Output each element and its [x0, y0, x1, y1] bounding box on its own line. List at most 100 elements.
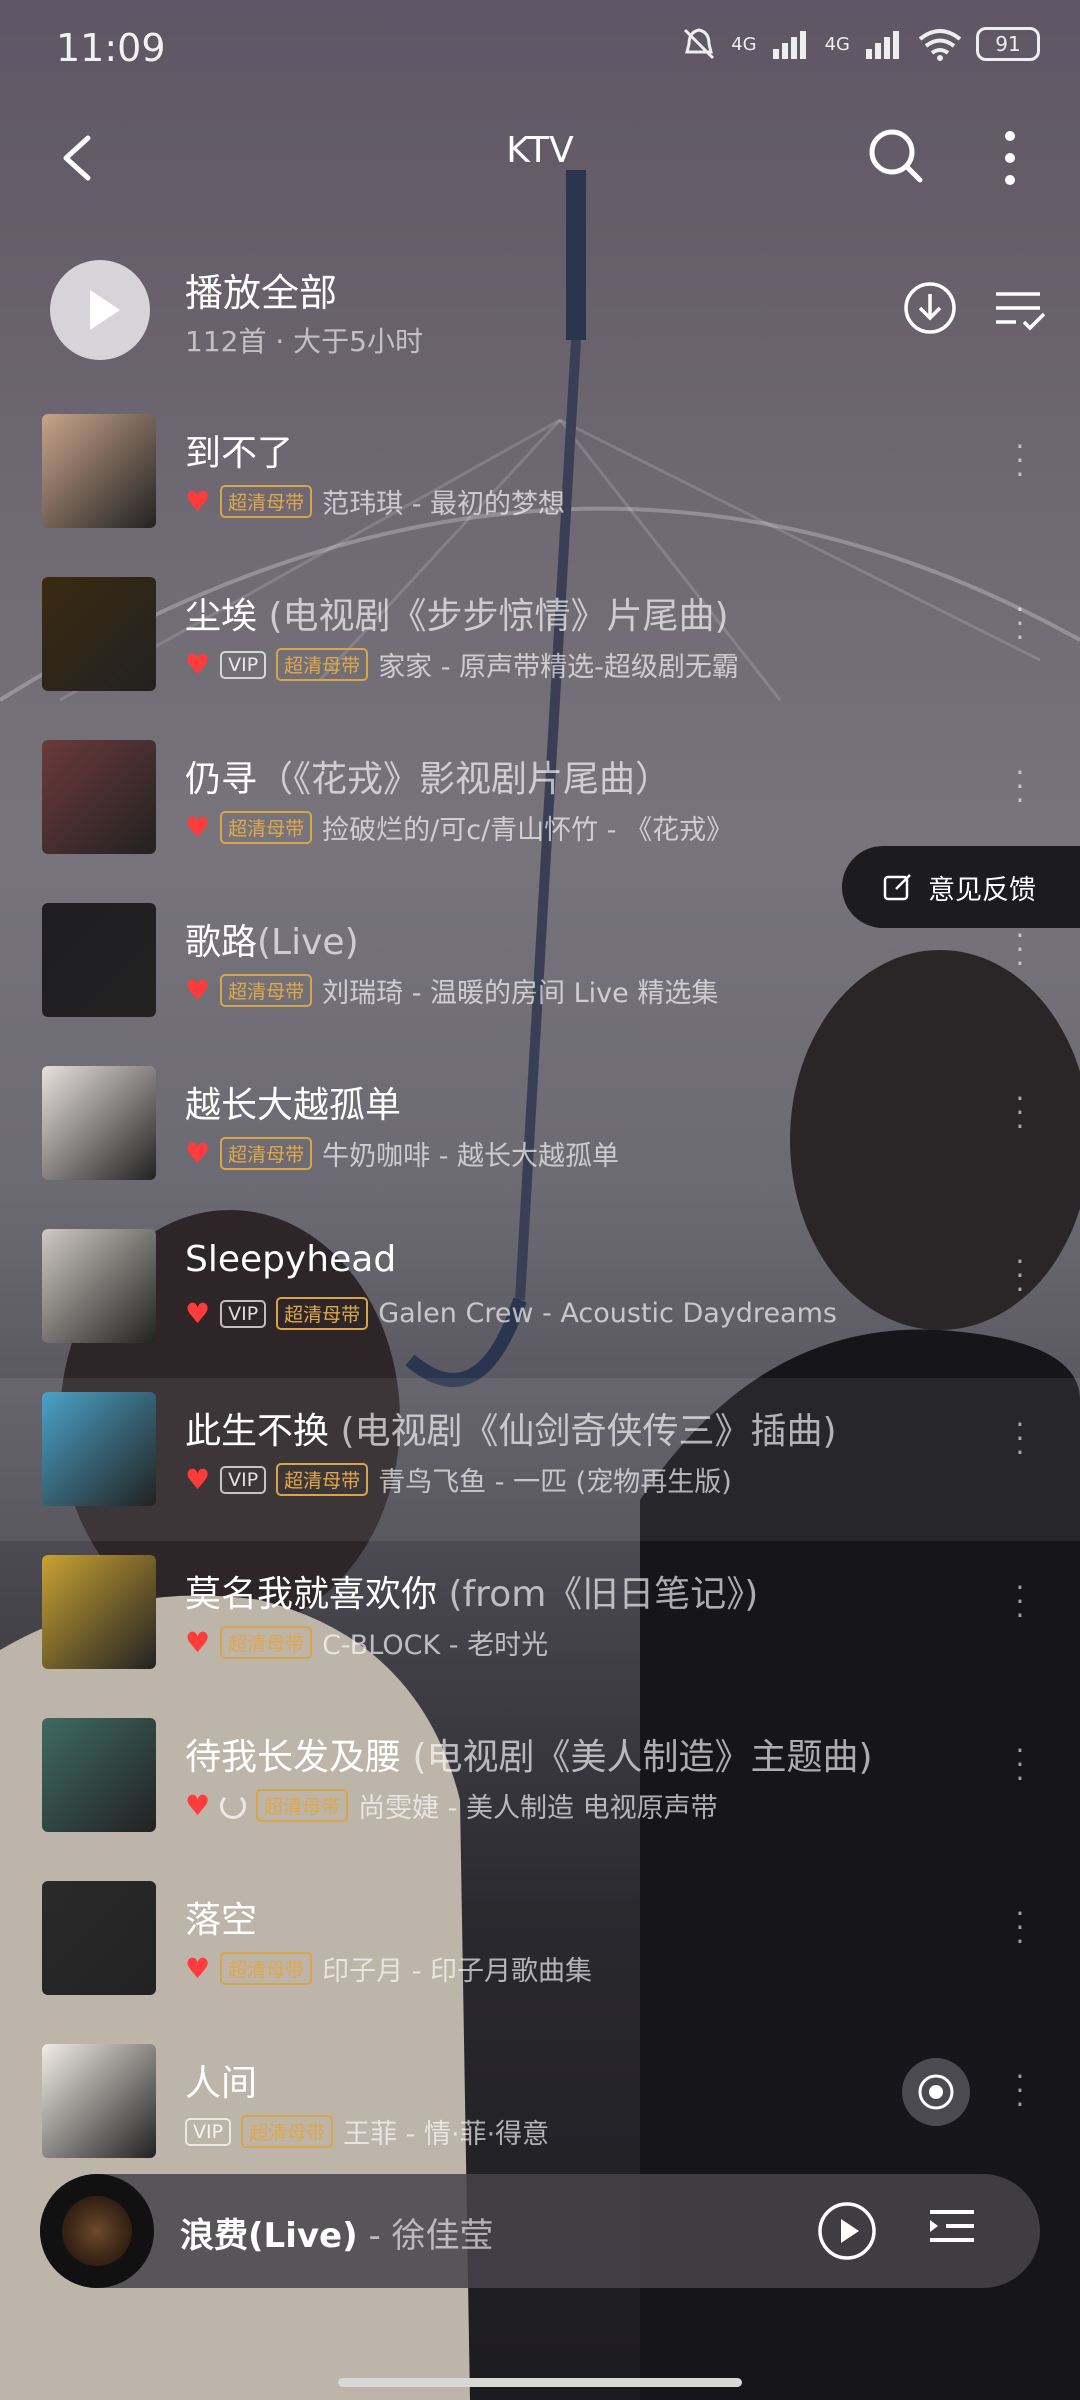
status-icons: 4G 4G 91 [681, 26, 1040, 62]
song-meta: ♥ 超清母带 牛奶咖啡 - 越长大越孤单 [185, 1134, 619, 1173]
song-artist-album: 家家 - 原声带精选-超级剧无霸 [378, 652, 739, 683]
song-more-icon[interactable]: · · · [1010, 1737, 1030, 1804]
album-cover[interactable] [42, 1229, 156, 1343]
song-row[interactable]: 尘埃 (电视剧《步步惊情》片尾曲) ♥ VIP 超清母带 家家 - 原声带精选-超级剧无… [0, 563, 1080, 726]
feedback-button[interactable]: 意见反馈 [842, 846, 1080, 928]
album-cover[interactable] [42, 1718, 156, 1832]
home-indicator[interactable] [338, 2378, 742, 2387]
song-row[interactable]: Sleepyhead ♥ VIP 超清母带 Galen Crew - Acoustic … [0, 1215, 1080, 1378]
song-more-icon[interactable]: · · · [1010, 1574, 1030, 1641]
song-row[interactable]: 待我长发及腰 (电视剧《美人制造》主题曲) ♥ 超清母带 尚雯婕 - 美人制造 电视原… [0, 1704, 1080, 1867]
search-icon[interactable] [860, 120, 930, 190]
song-more-icon[interactable]: · · · [1010, 1411, 1030, 1478]
song-row[interactable]: 此生不换 (电视剧《仙剑奇侠传三》插曲) ♥ VIP 超清母带 青鸟飞鱼 - 一匹 (宠… [0, 1378, 1080, 1541]
song-title: 莫名我就喜欢你 (from《旧日笔记》) [185, 1565, 758, 1617]
album-cover[interactable] [42, 577, 156, 691]
album-cover[interactable] [42, 1066, 156, 1180]
song-title-extra: (电视剧《步步惊情》片尾曲) [257, 596, 729, 637]
play-all-label[interactable]: 播放全部 [185, 262, 337, 317]
vip-badge: VIP [220, 1465, 267, 1494]
album-cover[interactable] [42, 2044, 156, 2158]
song-title-main: 仍寻 [185, 759, 258, 800]
heart-icon[interactable]: ♥ [185, 487, 210, 516]
song-title-main: 尘埃 [185, 596, 258, 637]
now-playing-artist: - 徐佳莹 [368, 2216, 494, 2256]
signal-label-1: 4G [731, 33, 757, 55]
hq-badge: 超清母带 [256, 1789, 349, 1822]
download-icon[interactable] [900, 278, 960, 338]
album-cover[interactable] [42, 414, 156, 528]
hq-badge: 超清母带 [276, 648, 369, 681]
playlist-queue-icon[interactable] [926, 2204, 978, 2256]
hq-badge: 超清母带 [276, 1297, 369, 1330]
song-title: 歌路(Live) [185, 913, 359, 965]
song-meta: VIP 超清母带 王菲 - 情·菲·得意 [185, 2112, 549, 2151]
heart-icon[interactable]: ♥ [185, 976, 210, 1005]
play-all-subtitle: 112首 · 大于5小时 [185, 325, 423, 358]
song-title-main: 越长大越孤单 [185, 1085, 402, 1126]
song-title: Sleepyhead [185, 1239, 396, 1280]
heart-icon[interactable]: ♥ [185, 1791, 210, 1820]
song-title-main: 莫名我就喜欢你 [185, 1574, 438, 1615]
song-row[interactable]: 越长大越孤单 ♥ 超清母带 牛奶咖啡 - 越长大越孤单 · · · [0, 1052, 1080, 1215]
now-playing-cover[interactable] [40, 2174, 154, 2288]
mini-player[interactable]: 浪费(Live) - 徐佳莹 [40, 2174, 1040, 2288]
song-row[interactable]: 到不了 ♥ 超清母带 范玮琪 - 最初的梦想 · · · [0, 400, 1080, 563]
song-more-icon[interactable]: · · · [1010, 922, 1030, 989]
song-row[interactable]: 莫名我就喜欢你 (from《旧日笔记》) ♥ 超清母带 C-BLOCK - 老时光 · ·… [0, 1541, 1080, 1704]
song-artist-album: 牛奶咖啡 - 越长大越孤单 [322, 1141, 620, 1172]
heart-icon[interactable]: ♥ [185, 813, 210, 842]
hq-badge: 超清母带 [220, 1626, 313, 1659]
status-time: 11:09 [56, 26, 166, 70]
heart-icon[interactable]: ♥ [185, 1139, 210, 1168]
now-playing-text[interactable]: 浪费(Live) - 徐佳莹 [180, 2208, 494, 2257]
heart-icon[interactable]: ♥ [185, 1628, 210, 1657]
song-more-icon[interactable]: · · · [1010, 2063, 1030, 2130]
hq-badge: 超清母带 [220, 1952, 313, 1985]
album-cover[interactable] [42, 903, 156, 1017]
song-artist-album: 王菲 - 情·菲·得意 [343, 2119, 550, 2150]
song-title-extra: (from《旧日笔记》) [437, 1574, 759, 1615]
song-title-extra: (电视剧《美人制造》主题曲) [401, 1737, 873, 1778]
play-all-button[interactable] [50, 260, 150, 360]
multi-select-icon[interactable] [990, 282, 1050, 338]
song-more-icon[interactable]: · · · [1010, 596, 1030, 663]
loading-icon [220, 1792, 247, 1819]
song-title-extra: (Live) [257, 922, 359, 963]
hq-badge: 超清母带 [241, 2115, 334, 2148]
heart-icon[interactable]: ♥ [185, 1299, 210, 1328]
feedback-label: 意见反馈 [928, 874, 1036, 906]
vip-badge: VIP [220, 1299, 267, 1328]
song-title: 到不了 [185, 424, 293, 476]
locate-current-button[interactable] [902, 2058, 970, 2126]
song-title-main: 到不了 [185, 433, 294, 474]
album-cover[interactable] [42, 1392, 156, 1506]
song-title: 人间 [185, 2054, 257, 2106]
signal-icon [866, 31, 899, 59]
status-bar: 11:09 4G 4G 91 [0, 0, 1080, 96]
song-more-icon[interactable]: · · · [1010, 1900, 1030, 1967]
song-more-icon[interactable]: · · · [1010, 1085, 1030, 1152]
song-artist-album: Galen Crew - Acoustic Daydreams [378, 1298, 837, 1329]
play-icon[interactable] [816, 2200, 878, 2262]
song-title-main: 人间 [185, 2063, 258, 2104]
song-more-icon[interactable]: · · · [1010, 1248, 1030, 1315]
album-cover[interactable] [42, 740, 156, 854]
hq-badge: 超清母带 [220, 974, 313, 1007]
heart-icon[interactable]: ♥ [185, 1465, 210, 1494]
song-title-main: 歌路 [185, 922, 258, 963]
heart-icon[interactable]: ♥ [185, 650, 210, 679]
song-title-main: Sleepyhead [185, 1239, 397, 1280]
heart-icon[interactable]: ♥ [185, 1954, 210, 1983]
song-more-icon[interactable]: · · · [1010, 433, 1030, 500]
signal-icon [772, 31, 806, 59]
locate-icon [918, 2074, 954, 2110]
song-title-extra: (电视剧《仙剑奇侠传三》插曲) [329, 1411, 837, 1452]
more-options-icon[interactable] [990, 120, 1030, 200]
album-cover[interactable] [42, 1881, 156, 1995]
song-more-icon[interactable]: · · · [1010, 759, 1030, 826]
song-row[interactable]: 落空 ♥ 超清母带 印子月 - 印子月歌曲集 · · · [0, 1867, 1080, 2030]
song-meta: ♥ 超清母带 刘瑞琦 - 温暖的房间 Live 精选集 [185, 971, 718, 1010]
edit-icon [883, 874, 911, 901]
album-cover[interactable] [42, 1555, 156, 1669]
